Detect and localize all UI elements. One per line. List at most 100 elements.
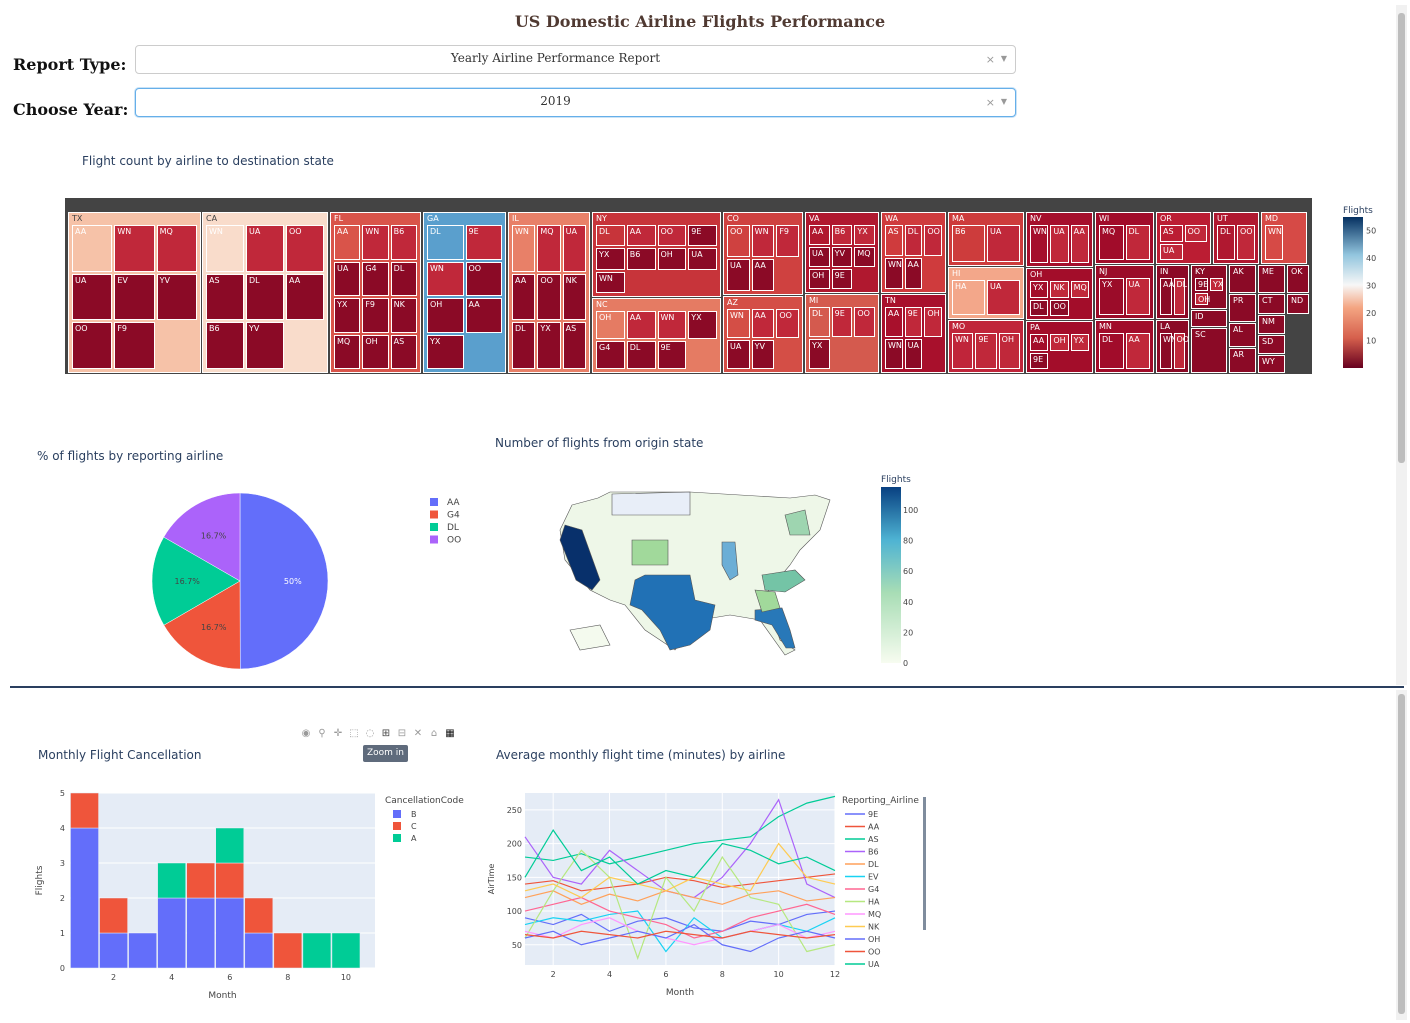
legend-label[interactable]: HA	[868, 898, 880, 907]
legend-label[interactable]: B	[411, 810, 417, 819]
legend-swatch[interactable]	[430, 510, 438, 519]
treemap-state-la[interactable]: LA WN OO	[1156, 320, 1189, 373]
chevron-down-icon[interactable]: ▼	[1001, 54, 1007, 63]
treemap-airline-tile[interactable]: UA	[246, 225, 284, 272]
treemap-airline-tile[interactable]: F9	[776, 225, 799, 257]
treemap-airline-tile[interactable]: 9E	[904, 307, 923, 337]
legend-label[interactable]: OO	[868, 948, 881, 957]
treemap-airline-tile[interactable]: OH	[924, 307, 942, 337]
treemap-airline-tile[interactable]: AA	[885, 307, 903, 337]
treemap-airline-tile[interactable]: MQ	[156, 225, 197, 272]
lasso-icon[interactable]: ◌	[364, 728, 376, 740]
treemap-airline-tile[interactable]: DL	[1217, 225, 1235, 260]
zoom-out-icon[interactable]: ⊟	[396, 728, 408, 740]
treemap-airline-tile[interactable]: DL	[1099, 333, 1124, 369]
treemap-airline-tile[interactable]: OO	[465, 261, 502, 296]
treemap-airline-tile[interactable]: UA	[1160, 243, 1183, 260]
treemap-airline-tile[interactable]: UA	[334, 261, 361, 296]
legend-swatch[interactable]	[430, 523, 438, 531]
treemap-airline-tile[interactable]: UA	[987, 225, 1020, 262]
treemap-airline-tile[interactable]: DL	[1125, 225, 1150, 260]
treemap-state-pr[interactable]: PR	[1229, 294, 1256, 322]
treemap-airline-tile[interactable]: OH	[809, 269, 830, 289]
treemap-state-co[interactable]: CO OO WN F9 UA AA	[723, 212, 803, 295]
treemap-airline-tile[interactable]: UA	[72, 273, 113, 321]
treemap-airline-tile[interactable]: DL	[246, 273, 284, 321]
treemap-airline-tile[interactable]: YX	[854, 225, 875, 245]
treemap-airline-tile[interactable]: AA	[1160, 278, 1174, 315]
treemap-airline-tile[interactable]: YV	[246, 322, 284, 369]
treemap-airline-tile[interactable]: 9E	[657, 341, 687, 369]
bar-segment-a[interactable]	[331, 932, 361, 969]
camera-icon[interactable]: ◉	[300, 728, 312, 740]
treemap-state-me[interactable]: ME	[1258, 265, 1285, 293]
treemap-airline-tile[interactable]: UA	[1050, 225, 1069, 263]
treemap-state-ny[interactable]: NY DL AA OO 9E YX B6 OH UA WN	[592, 212, 721, 297]
treemap-airline-tile[interactable]: YX	[1030, 281, 1049, 298]
treemap-airline-tile[interactable]: AS	[1160, 225, 1183, 242]
treemap-state-fl[interactable]: FL AA WN B6 UA G4 DL YX F9 NK MQ OH AS	[330, 212, 421, 373]
legend-label[interactable]: C	[411, 822, 417, 831]
treemap-state-nc[interactable]: NC OH AA WN YX G4 DL 9E	[592, 298, 721, 373]
treemap-airline-tile[interactable]: OO	[1184, 225, 1207, 242]
treemap-airline-tile[interactable]: G4	[596, 341, 625, 369]
treemap-airline-tile[interactable]: OO	[537, 273, 561, 321]
treemap-airline-tile[interactable]: UA	[727, 340, 750, 369]
treemap-airline-tile[interactable]: YX	[1099, 278, 1124, 315]
treemap-airline-tile[interactable]: HA	[952, 280, 985, 315]
treemap-state-wi[interactable]: WI MQ DL	[1095, 212, 1154, 264]
bar-segment-c[interactable]	[273, 932, 303, 969]
scrollbar-bottom[interactable]	[1396, 690, 1407, 1020]
choropleth-map[interactable]	[550, 480, 850, 670]
bar-segment-b[interactable]	[157, 897, 186, 969]
treemap-airline-tile[interactable]: DL	[512, 322, 536, 369]
pan-icon[interactable]: ✛	[332, 728, 344, 740]
zoom-icon[interactable]: ⚲	[316, 728, 328, 740]
treemap-airline-tile[interactable]: G4	[362, 261, 389, 296]
treemap-airline-tile[interactable]: WN	[727, 309, 750, 338]
treemap-airline-tile[interactable]: F9	[362, 298, 389, 333]
treemap-airline-tile[interactable]: MQ	[1070, 281, 1089, 298]
treemap-airline-tile[interactable]: YV	[156, 273, 197, 321]
treemap-state-ut[interactable]: UT DL OO	[1213, 212, 1259, 264]
treemap-state-ca[interactable]: CA WN UA OO AS DL AA B6 YV	[202, 212, 328, 373]
treemap-airline-tile[interactable]: YV	[751, 340, 775, 369]
treemap-state-mn[interactable]: MN DL AA	[1095, 320, 1154, 373]
treemap-airline-tile[interactable]: WN	[885, 339, 903, 369]
treemap-airline-tile[interactable]: WN	[362, 225, 389, 260]
treemap-state-or[interactable]: OR AS OO UA	[1156, 212, 1211, 264]
legend-label[interactable]: OO	[447, 536, 461, 546]
bar-segment-c[interactable]	[99, 897, 128, 934]
treemap-state-ak[interactable]: AK	[1229, 265, 1256, 293]
legend-label[interactable]: NK	[868, 923, 880, 932]
bar-segment-a[interactable]	[157, 862, 186, 899]
treemap-airline-tile[interactable]: NK	[390, 298, 417, 333]
treemap-state-mi[interactable]: MI DL 9E OO YX	[805, 294, 879, 373]
treemap-airline-tile[interactable]: OO	[1237, 225, 1255, 260]
legend-label[interactable]: OH	[868, 935, 880, 944]
reset-axes-icon[interactable]: ⌂	[428, 728, 440, 740]
treemap-airline-tile[interactable]: OH	[596, 311, 625, 339]
treemap-airline-tile[interactable]: YX	[334, 298, 361, 333]
treemap-state-al[interactable]: AL	[1229, 323, 1256, 347]
treemap-state-md[interactable]: MD WN	[1261, 212, 1307, 264]
treemap-airline-tile[interactable]: AA	[72, 225, 113, 272]
treemap-chart[interactable]: TX AA WN MQ UA EV YV OO F9 CA WN UA OO AS DL AA B6 YV FL AA…	[65, 198, 1312, 374]
legend-swatch[interactable]	[430, 535, 438, 544]
scrollbar-thumb[interactable]	[1398, 13, 1405, 463]
treemap-airline-tile[interactable]: AA	[626, 225, 656, 247]
treemap-state-va[interactable]: VA AA B6 YX UA YV MQ OH 9E	[805, 212, 879, 293]
bar-segment-a[interactable]	[215, 827, 245, 864]
treemap-state-ky[interactable]: KY 9E YX OH	[1191, 265, 1227, 309]
bar-segment-c[interactable]	[215, 862, 245, 899]
legend-swatch[interactable]	[430, 498, 438, 506]
treemap-airline-tile[interactable]: OO	[924, 225, 942, 256]
bar-segment-c[interactable]	[244, 897, 274, 934]
treemap-state-nm[interactable]: NM	[1258, 315, 1285, 334]
airtime-line-chart[interactable]: 50 100 150 200 250 2 4 6 8 10 12 Month AirTime Report…	[480, 785, 940, 1005]
treemap-airline-tile[interactable]: MQ	[1099, 225, 1124, 260]
treemap-airline-tile[interactable]: YX	[427, 334, 464, 369]
bar-segment-c[interactable]	[186, 862, 215, 899]
treemap-airline-tile[interactable]: NK	[1050, 281, 1069, 298]
treemap-airline-tile[interactable]: AA	[1070, 225, 1089, 263]
